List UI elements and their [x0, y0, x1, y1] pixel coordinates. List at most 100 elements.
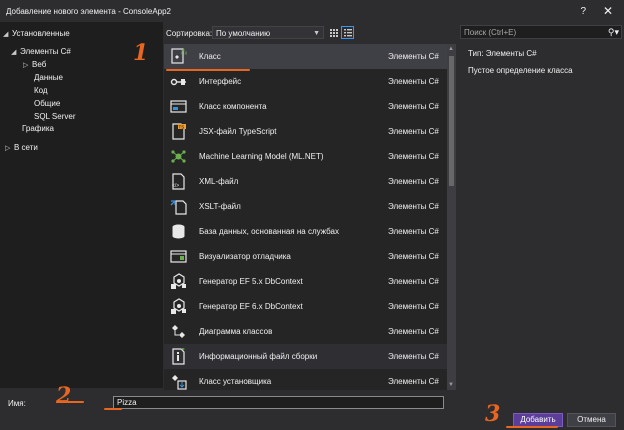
- component-class-icon: [170, 98, 187, 115]
- tree-item-general[interactable]: Общие: [34, 98, 60, 109]
- template-row[interactable]: C# Класс Элементы C#: [164, 44, 447, 69]
- class-icon: C#: [170, 48, 188, 65]
- template-category: Элементы C#: [388, 377, 439, 386]
- template-description: Пустое определение класса: [468, 66, 573, 75]
- tree-item-code[interactable]: Код: [34, 85, 48, 96]
- svg-text:</>: </>: [172, 183, 179, 189]
- template-type: Тип: Элементы C#: [468, 49, 537, 58]
- tree-item-label: Элементы C#: [20, 47, 71, 56]
- template-category: Элементы C#: [388, 152, 439, 161]
- template-row[interactable]: Класс компонента Элементы C#: [164, 94, 447, 119]
- annotation-2: 2: [56, 383, 72, 409]
- annotation-2-tail: [66, 401, 84, 403]
- chevron-down-icon: ▼: [313, 30, 320, 37]
- annotation-1: 1: [133, 40, 149, 66]
- database-icon: [170, 223, 187, 240]
- template-name: Класс: [199, 52, 221, 61]
- template-name: Интерфейс: [199, 77, 242, 86]
- template-category: Элементы C#: [388, 52, 439, 61]
- annotation-3-underline: [506, 426, 558, 428]
- tree-item-online[interactable]: ▷ В сети: [5, 142, 38, 153]
- class-diagram-icon: [170, 323, 187, 340]
- installer-class-icon: [170, 373, 187, 390]
- tree-item-csharp[interactable]: ◢ Элементы C#: [11, 46, 71, 57]
- template-row[interactable]: Информационный файл сборки Элементы C#: [164, 344, 447, 369]
- template-name: Machine Learning Model (ML.NET): [199, 152, 324, 161]
- template-row[interactable]: </> XML-файл Элементы C#: [164, 169, 447, 194]
- list-view-icon[interactable]: [341, 26, 354, 39]
- ef-generator-icon: [170, 298, 187, 315]
- template-category: Элементы C#: [388, 302, 439, 311]
- tree-item-label: Установленные: [12, 29, 70, 38]
- collapse-arrow-icon[interactable]: ◢: [11, 47, 20, 58]
- search-icon[interactable]: ⚲▾: [608, 26, 619, 39]
- svg-text:C#: C#: [181, 51, 187, 57]
- template-category: Элементы C#: [388, 252, 439, 261]
- template-name: Класс установщика: [199, 377, 272, 386]
- tree-item-data[interactable]: Данные: [34, 72, 63, 83]
- assembly-info-icon: [170, 348, 187, 365]
- ef-generator-icon: [170, 273, 187, 290]
- template-row[interactable]: Machine Learning Model (ML.NET) Элементы …: [164, 144, 447, 169]
- close-icon[interactable]: ✕: [603, 4, 613, 18]
- template-row[interactable]: TS JSX-файл TypeScript Элементы C#: [164, 119, 447, 144]
- scroll-down-icon[interactable]: ▼: [448, 382, 454, 388]
- template-category: Элементы C#: [388, 277, 439, 286]
- sort-value: По умолчанию: [216, 29, 271, 38]
- tree-item-installed[interactable]: ◢ Установленные: [3, 28, 70, 39]
- debugger-visualizer-icon: [170, 248, 187, 265]
- name-label: Имя:: [8, 399, 26, 408]
- annotation-3: 3: [485, 401, 501, 427]
- template-row[interactable]: Класс установщика Элементы C#: [164, 369, 447, 390]
- template-name: База данных, основанная на службах: [199, 227, 339, 236]
- collapse-arrow-icon[interactable]: ◢: [3, 29, 12, 40]
- window-title: Добавление нового элемента - ConsoleApp2: [6, 7, 171, 16]
- template-name: Визуализатор отладчика: [199, 252, 291, 261]
- template-category: Элементы C#: [388, 202, 439, 211]
- template-name: XSLT-файл: [199, 202, 241, 211]
- tree-item-sql-server[interactable]: SQL Server: [34, 111, 76, 122]
- template-category: Элементы C#: [388, 352, 439, 361]
- template-name: Диаграмма классов: [199, 327, 273, 336]
- search-placeholder: Поиск (Ctrl+E): [464, 28, 517, 37]
- template-name: XML-файл: [199, 177, 239, 186]
- interface-icon: [170, 73, 187, 90]
- expand-arrow-icon[interactable]: ▷: [5, 143, 14, 154]
- template-row[interactable]: XSLT-файл Элементы C#: [164, 194, 447, 219]
- cancel-button[interactable]: Отмена: [567, 413, 616, 427]
- sort-label: Сортировка:: [166, 29, 213, 38]
- xslt-file-icon: [170, 198, 187, 215]
- template-row[interactable]: Диаграмма классов Элементы C#: [164, 319, 447, 344]
- template-list: C# Класс Элементы C# Интерфейс Элементы C# Кл…: [164, 44, 447, 390]
- ml-model-icon: [170, 148, 187, 165]
- footer: Имя: Pizza Добавить Отмена: [0, 390, 624, 430]
- category-tree: ◢ Установленные ◢ Элементы C# ▷ Веб Данные …: [0, 22, 163, 388]
- name-field[interactable]: Pizza: [113, 396, 444, 409]
- template-row[interactable]: База данных, основанная на службах Элемен…: [164, 219, 447, 244]
- search-input[interactable]: Поиск (Ctrl+E) ⚲▾: [460, 25, 622, 39]
- scroll-up-icon[interactable]: ▲: [448, 46, 454, 52]
- template-row[interactable]: Генератор EF 6.x DbContext Элементы C#: [164, 294, 447, 319]
- sort-dropdown[interactable]: По умолчанию ▼: [212, 26, 324, 39]
- annotation-2-underline: [104, 408, 122, 410]
- template-category: Элементы C#: [388, 327, 439, 336]
- template-category: Элементы C#: [388, 127, 439, 136]
- xml-file-icon: </>: [170, 173, 187, 190]
- add-button[interactable]: Добавить: [513, 413, 563, 427]
- expand-arrow-icon[interactable]: ▷: [23, 60, 32, 71]
- template-category: Элементы C#: [388, 227, 439, 236]
- template-name: Информационный файл сборки: [199, 352, 318, 361]
- list-toolbar: Сортировка: По умолчанию ▼: [163, 22, 456, 44]
- template-row[interactable]: Генератор EF 5.x DbContext Элементы C#: [164, 269, 447, 294]
- tree-item-label: В сети: [14, 143, 38, 152]
- grid-view-icon[interactable]: [327, 26, 340, 39]
- template-category: Элементы C#: [388, 102, 439, 111]
- template-row[interactable]: Интерфейс Элементы C#: [164, 69, 447, 94]
- title-bar: Добавление нового элемента - ConsoleApp2…: [0, 0, 624, 22]
- list-scrollbar[interactable]: ▲ ▼: [447, 44, 456, 390]
- scroll-thumb[interactable]: [449, 56, 454, 186]
- template-row[interactable]: Визуализатор отладчика Элементы C#: [164, 244, 447, 269]
- tree-item-graphics[interactable]: Графика: [22, 123, 54, 134]
- tree-item-web[interactable]: ▷ Веб: [23, 59, 46, 70]
- help-icon[interactable]: ?: [580, 6, 586, 17]
